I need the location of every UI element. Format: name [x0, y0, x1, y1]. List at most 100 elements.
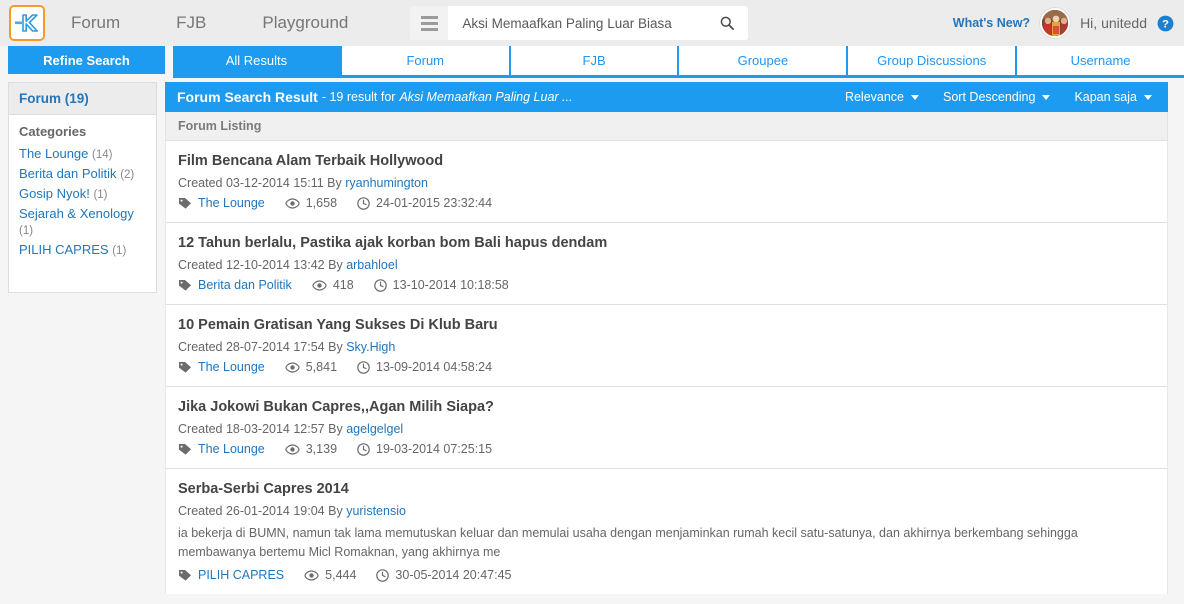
result-views: 3,139	[305, 442, 338, 456]
result-author-link[interactable]: arbahloel	[346, 258, 397, 272]
result-title[interactable]: Jika Jokowi Bukan Capres,,Agan Milih Sia…	[178, 399, 1155, 415]
tab-username[interactable]: Username	[1015, 46, 1184, 78]
clock-icon	[376, 568, 390, 582]
result-category-link[interactable]: PILIH CAPRES	[198, 568, 284, 582]
refine-and-tabs-bar: Refine Search All Results Forum FJB Grou…	[0, 46, 1184, 78]
tab-group-discussions[interactable]: Group Discussions	[846, 46, 1016, 78]
chevron-down-icon	[1042, 94, 1051, 100]
top-header: Forum FJB Playground What's New?	[0, 0, 1184, 46]
result-timestamp: 13-10-2014 10:18:58	[392, 278, 509, 292]
category-link[interactable]: Gosip Nyok!	[19, 186, 90, 201]
hamburger-icon[interactable]	[410, 6, 449, 40]
tab-groupee[interactable]: Groupee	[677, 46, 847, 78]
tag-icon	[179, 279, 191, 291]
search-bar	[410, 6, 749, 40]
kaskus-k-logo[interactable]	[9, 5, 45, 41]
main-content: Forum Search Result - 19 result for Aksi…	[165, 82, 1168, 594]
result-author-link[interactable]: Sky.High	[346, 340, 395, 354]
nav-link-playground[interactable]: Playground	[262, 13, 348, 33]
result-views: 5,841	[305, 360, 338, 374]
avatar-image	[1042, 10, 1069, 36]
sort-relevance-label: Relevance	[844, 90, 905, 104]
page-body: Forum (19) Categories The Lounge (14) Be…	[0, 78, 1184, 594]
sidebar-item-the-lounge[interactable]: The Lounge (14)	[19, 146, 146, 163]
chevron-down-icon	[1144, 94, 1152, 100]
result-category-link[interactable]: The Lounge	[198, 360, 265, 374]
results-list: Film Bencana Alam Terbaik Hollywood Crea…	[165, 141, 1168, 594]
category-link[interactable]: Berita dan Politik	[19, 166, 117, 181]
result-category-link[interactable]: The Lounge	[198, 442, 265, 456]
search-icon[interactable]	[714, 10, 740, 36]
table-row[interactable]: Film Bencana Alam Terbaik Hollywood Crea…	[166, 141, 1167, 223]
nav-link-forum[interactable]: Forum	[71, 13, 120, 33]
category-count: (2)	[120, 169, 135, 181]
sort-relevance-dropdown[interactable]: Relevance	[833, 90, 931, 104]
result-header-title: Forum Search Result	[177, 89, 318, 105]
result-category-link[interactable]: Berita dan Politik	[198, 278, 292, 292]
table-row[interactable]: Serba-Serbi Capres 2014 Created 26-01-20…	[166, 469, 1167, 594]
tab-all-results[interactable]: All Results	[173, 46, 340, 78]
svg-text:?: ?	[1162, 18, 1169, 30]
result-created: Created 28-07-2014 17:54 By Sky.High	[178, 340, 1155, 354]
result-header-bar: Forum Search Result - 19 result for Aksi…	[165, 82, 1168, 112]
result-title[interactable]: 10 Pemain Gratisan Yang Sukses Di Klub B…	[178, 317, 1155, 333]
sidebar: Forum (19) Categories The Lounge (14) Be…	[8, 82, 157, 293]
category-count: (1)	[112, 245, 127, 257]
result-excerpt: ia bekerja di BUMN, namun tak lama memut…	[178, 526, 1078, 559]
logo-k-glyph	[15, 14, 38, 32]
sidebar-item-pilih-capres[interactable]: PILIH CAPRES (1)	[19, 242, 146, 259]
search-field-wrapper	[448, 6, 749, 40]
eye-icon	[285, 443, 300, 455]
created-text: Created 28-07-2014 17:54 By	[178, 340, 343, 354]
search-input[interactable]	[460, 14, 715, 32]
clock-icon	[373, 278, 387, 292]
result-meta: Berita dan Politik 418 13-10-2014 10:18:…	[178, 278, 1155, 292]
sort-direction-label: Sort Descending	[943, 90, 1036, 104]
sidebar-item-berita-dan-politik[interactable]: Berita dan Politik (2)	[19, 166, 146, 183]
result-created: Created 18-03-2014 12:57 By agelgelgel	[178, 422, 1155, 436]
result-timestamp: 19-03-2014 07:25:15	[376, 442, 493, 456]
tab-fjb[interactable]: FJB	[508, 46, 678, 78]
result-timestamp: 13-09-2014 04:58:24	[376, 360, 493, 374]
category-link[interactable]: The Lounge	[19, 146, 88, 161]
sort-direction-dropdown[interactable]: Sort Descending	[931, 90, 1062, 104]
result-header-controls: Relevance Sort Descending Kapan saja	[833, 90, 1164, 104]
help-circle-icon[interactable]: ?	[1157, 15, 1174, 32]
result-category-link[interactable]: The Lounge	[198, 196, 265, 210]
sidebar-forum-count[interactable]: Forum (19)	[9, 83, 156, 115]
date-filter-dropdown[interactable]: Kapan saja	[1062, 90, 1164, 104]
result-title[interactable]: Serba-Serbi Capres 2014	[178, 481, 1155, 497]
forum-listing-header: Forum Listing	[165, 112, 1168, 141]
result-meta: The Lounge 1,658 24-01-2015 23:32:44	[178, 196, 1155, 210]
result-views: 1,658	[305, 196, 338, 210]
sidebar-item-gosip-nyok[interactable]: Gosip Nyok! (1)	[19, 186, 146, 203]
main-nav: Forum FJB Playground	[71, 13, 404, 33]
result-views: 418	[332, 278, 354, 292]
header-right-area: What's New? Hi, unitedd ?	[953, 0, 1174, 46]
category-link[interactable]: PILIH CAPRES	[19, 242, 109, 257]
created-text: Created 12-10-2014 13:42 By	[178, 258, 343, 272]
tab-forum[interactable]: Forum	[339, 46, 509, 78]
category-link[interactable]: Sejarah & Xenology	[19, 206, 134, 221]
result-header-summary: - 19 result for	[321, 90, 396, 104]
table-row[interactable]: 10 Pemain Gratisan Yang Sukses Di Klub B…	[166, 305, 1167, 387]
eye-icon	[285, 361, 300, 373]
table-row[interactable]: Jika Jokowi Bukan Capres,,Agan Milih Sia…	[166, 387, 1167, 469]
created-text: Created 26-01-2014 19:04 By	[178, 504, 343, 518]
clock-icon	[357, 360, 370, 374]
result-title[interactable]: 12 Tahun berlalu, Pastika ajak korban bo…	[178, 235, 1155, 251]
result-title[interactable]: Film Bencana Alam Terbaik Hollywood	[178, 153, 1155, 169]
result-author-link[interactable]: ryanhumington	[345, 176, 428, 190]
table-row[interactable]: 12 Tahun berlalu, Pastika ajak korban bo…	[166, 223, 1167, 305]
result-author-link[interactable]: yuristensio	[346, 504, 406, 518]
result-author-link[interactable]: agelgelgel	[346, 422, 403, 436]
user-avatar[interactable]	[1040, 8, 1071, 38]
refine-search-button[interactable]: Refine Search	[8, 46, 165, 74]
sidebar-item-sejarah-xenology[interactable]: Sejarah & Xenology (1)	[19, 206, 146, 239]
nav-link-fjb[interactable]: FJB	[176, 13, 206, 33]
created-text: Created 18-03-2014 12:57 By	[178, 422, 343, 436]
search-glyph	[721, 16, 735, 30]
result-meta: The Lounge 5,841 13-09-2014 04:58:24	[178, 360, 1155, 374]
eye-icon	[304, 569, 319, 581]
whats-new-link[interactable]: What's New?	[953, 16, 1030, 30]
